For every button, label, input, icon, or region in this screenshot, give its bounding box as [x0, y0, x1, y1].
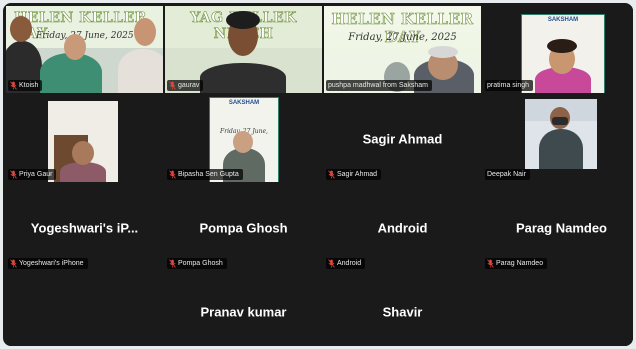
muted-microphone-icon: [487, 259, 494, 268]
participant-display-name: Sagir Ahmad: [362, 131, 443, 146]
banner-date: Friday, 27 June, 2025: [348, 32, 457, 43]
participant-name-tag: Bipasha Sen Gupta: [167, 169, 243, 180]
participant-name: Parag Namdeo: [496, 260, 544, 267]
participant-tile-pratima-singh[interactable]: SAKSHAM pratima singh: [483, 6, 633, 93]
participant-name-tag: pushpa madhwal from Saksham: [326, 80, 432, 91]
video-frame: [48, 101, 118, 182]
participant-name-tag: Android: [326, 258, 366, 269]
participant-tile-pranav-kumar[interactable]: Pranav kumar: [165, 273, 322, 346]
participant-tile-priya-gaur[interactable]: Priya Gaur: [6, 95, 163, 182]
video-person: [118, 49, 163, 93]
video-person: [539, 129, 583, 169]
participant-tile-bipasha-sen-gupta[interactable]: SAKSHAM Friday, 27 June, 2025 Bipasha Se…: [165, 95, 322, 182]
participant-grid: HELEN KELLER DAY Friday, 27 June, 2025 K…: [6, 6, 633, 346]
video-gallery: HELEN KELLER DAY Friday, 27 June, 2025 K…: [3, 3, 633, 346]
participant-name: Yogeshwari's iPhone: [19, 260, 84, 267]
participant-name: Deepak Nair: [487, 171, 526, 178]
video-hair: [428, 46, 458, 58]
participant-display-name: Shavir: [382, 304, 423, 319]
muted-microphone-icon: [10, 259, 17, 268]
muted-microphone-icon: [10, 81, 17, 90]
video-face-mask: [552, 117, 568, 125]
participant-name-tag: pratima singh: [485, 80, 534, 91]
participant-tile-sagir-ahmad[interactable]: Sagir Ahmad Sagir Ahmad: [324, 95, 481, 182]
participant-tile-ktoish[interactable]: HELEN KELLER DAY Friday, 27 June, 2025 K…: [6, 6, 163, 93]
participant-tile-android[interactable]: Android Android: [324, 184, 481, 271]
participant-name-tag: Pompa Ghosh: [167, 258, 227, 269]
participant-display-name: Android: [377, 220, 428, 235]
muted-microphone-icon: [169, 170, 176, 179]
participant-tile-parag-namdeo[interactable]: Parag Namdeo Parag Namdeo: [483, 184, 633, 271]
muted-microphone-icon: [10, 170, 17, 179]
participant-name: Priya Gaur: [19, 171, 53, 178]
participant-display-name: Parag Namdeo: [515, 220, 608, 235]
participant-name: pratima singh: [487, 82, 530, 89]
video-person: [60, 162, 106, 182]
participant-display-name: Yogeshwari's iP...: [30, 220, 139, 235]
participant-name: Bipasha Sen Gupta: [178, 171, 239, 178]
participant-name-tag: Sagir Ahmad: [326, 169, 382, 180]
poster-org: SAKSHAM: [228, 100, 260, 106]
participant-name: Ktoish: [19, 82, 39, 89]
participant-name: Pompa Ghosh: [178, 260, 223, 267]
video-person: [200, 63, 286, 93]
video-frame: [525, 99, 597, 169]
participant-display-name: Pranav kumar: [200, 304, 287, 319]
video-face: [64, 34, 86, 60]
participant-name: Sagir Ahmad: [337, 171, 378, 178]
participant-name: Android: [337, 260, 362, 267]
participant-name-tag: Parag Namdeo: [485, 258, 548, 269]
muted-microphone-icon: [328, 170, 335, 179]
video-hair: [226, 11, 260, 29]
participant-display-name: Pompa Ghosh: [199, 220, 288, 235]
participant-tile-pushpa[interactable]: HELEN KELLER DAY Friday, 27 June, 2025 p…: [324, 6, 481, 93]
participant-name-tag: Deepak Nair: [485, 169, 530, 180]
participant-tile-empty: [6, 273, 163, 346]
participant-tile-yogeshwari[interactable]: Yogeshwari's iP... Yogeshwari's iPhone: [6, 184, 163, 271]
video-face: [72, 141, 94, 165]
participant-tile-deepak-nair[interactable]: Deepak Nair: [483, 95, 633, 182]
muted-microphone-icon: [169, 81, 176, 90]
participant-tile-empty: [483, 273, 633, 346]
participant-tile-shavir[interactable]: Shavir: [324, 273, 481, 346]
video-hair: [547, 39, 577, 53]
participant-tile-pompa-ghosh[interactable]: Pompa Ghosh Pompa Ghosh: [165, 184, 322, 271]
video-face: [134, 18, 156, 46]
poster-org: SAKSHAM: [547, 17, 579, 23]
participant-name: pushpa madhwal from Saksham: [328, 82, 428, 89]
participant-name-tag: Yogeshwari's iPhone: [8, 258, 88, 269]
video-face: [233, 131, 253, 153]
muted-microphone-icon: [169, 259, 176, 268]
video-face: [10, 16, 32, 42]
participant-tile-gaurav[interactable]: YAG RELLEK NELEH gaurav: [165, 6, 322, 93]
participant-name-tag: gaurav: [167, 80, 204, 91]
participant-name-tag: Ktoish: [8, 80, 43, 91]
muted-microphone-icon: [328, 259, 335, 268]
participant-name-tag: Priya Gaur: [8, 169, 57, 180]
participant-name: gaurav: [178, 82, 200, 89]
event-banner: HELEN KELLER DAY Friday, 27 June, 2025: [324, 6, 481, 54]
